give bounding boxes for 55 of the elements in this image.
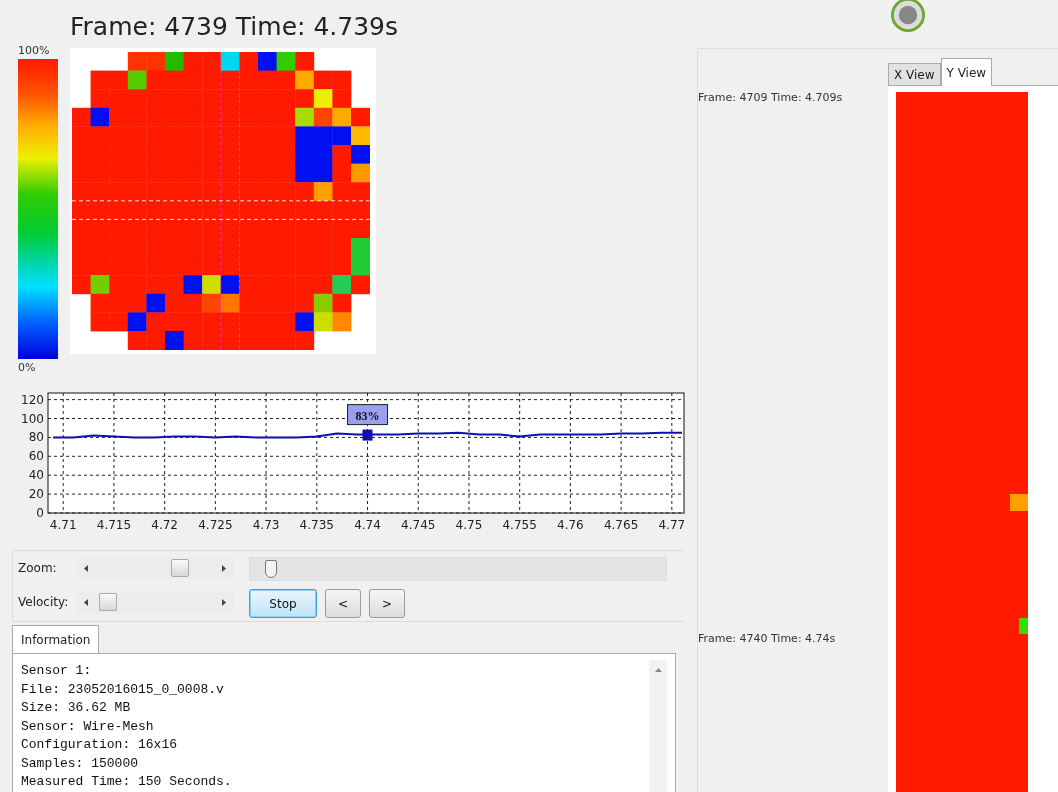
scroll-bar[interactable] — [76, 591, 234, 613]
max-label: 100% — [18, 44, 51, 57]
x-tick-label: 4.765 — [603, 518, 639, 532]
y-tick-label: 40 — [28, 468, 44, 483]
y-tick-label: 20 — [28, 487, 44, 502]
right-arrow-icon[interactable] — [222, 598, 226, 606]
velocity-label: Velocity: — [18, 595, 70, 609]
left-arrow-icon[interactable] — [84, 598, 88, 606]
x-tick-label: 4.75 — [455, 518, 483, 532]
value-tooltip: 83% — [347, 404, 388, 426]
x-tick-label: 4.755 — [502, 518, 537, 532]
info-line: Configuration: 16x16 — [21, 736, 179, 754]
info-line: Sensor: Wire-Mesh — [21, 717, 155, 736]
info-line: File: 23052016015_0_0008.v — [21, 680, 225, 699]
x-tick-label: 4.72 — [151, 518, 178, 532]
view-tab[interactable]: X View — [888, 63, 941, 85]
up-arrow-icon[interactable] — [654, 668, 662, 672]
left-arrow-icon[interactable] — [84, 564, 88, 572]
info-line: Sensor 1: — [21, 662, 93, 680]
scroll-thumb[interactable] — [98, 593, 117, 611]
info-line: Measured Time: 150 Seconds. — [21, 773, 233, 791]
zoom-label: Zoom: — [18, 561, 58, 575]
x-tick-label: 4.71 — [49, 518, 77, 532]
data-point-marker — [362, 429, 373, 441]
y-tick-label: 60 — [28, 449, 44, 464]
min-label: 0% — [18, 361, 37, 374]
start-frame-label: Frame: 4709 Time: 4.709s — [698, 91, 844, 104]
playback-button[interactable]: > — [369, 589, 405, 618]
x-tick-label: 4.73 — [252, 518, 280, 532]
end-frame-label: Frame: 4740 Time: 4.74s — [698, 632, 837, 645]
annotation: 83% — [355, 408, 380, 423]
playback-button[interactable]: Stop — [249, 589, 317, 618]
scroll-bar[interactable] — [76, 557, 234, 579]
y-tick-label: 0 — [36, 506, 44, 520]
x-tick-label: 4.77 — [658, 518, 686, 532]
frame-title: Frame: 4739 Time: 4.739s — [70, 12, 398, 42]
x-tick-label: 4.745 — [401, 518, 436, 532]
y-tick-label: 120 — [21, 392, 44, 407]
info-line: Size: 36.62 MB — [21, 699, 132, 717]
info-line: Samples: 150000 — [21, 754, 140, 773]
slider-thumb[interactable] — [264, 560, 277, 578]
y-tick-label: 100 — [21, 411, 44, 426]
x-tick-label: 4.725 — [198, 518, 233, 532]
playback-button[interactable]: < — [325, 589, 361, 618]
scroll-thumb[interactable] — [171, 559, 190, 577]
x-tick-label: 4.76 — [557, 518, 584, 532]
position-slider[interactable] — [249, 557, 667, 581]
vertical-scrollbar[interactable] — [649, 660, 667, 792]
y-tick-label: 80 — [28, 430, 44, 445]
view-tab[interactable]: Y View — [940, 58, 993, 86]
x-tick-label: 4.715 — [96, 518, 132, 532]
right-arrow-icon[interactable] — [222, 564, 226, 572]
x-tick-label: 4.735 — [299, 518, 334, 532]
x-tick-label: 4.74 — [354, 518, 381, 532]
info-tab[interactable]: Information — [12, 625, 100, 654]
